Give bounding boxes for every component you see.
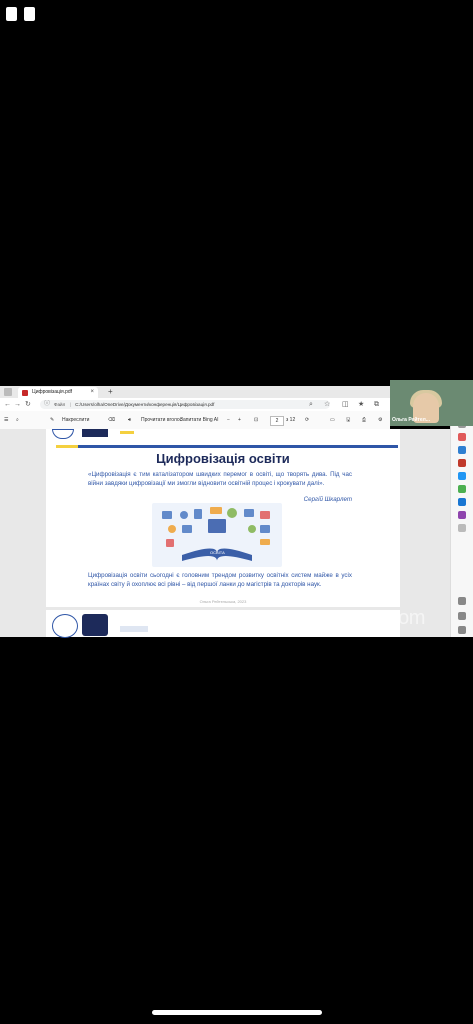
blue-accent-bar [78,445,398,448]
favorite-star-icon[interactable]: ☆ [324,400,330,409]
sidebar-teams-icon[interactable] [458,511,466,519]
rotate-icon[interactable]: ⟳ [305,411,309,429]
page-number-input[interactable]: 2 [270,416,284,426]
status-icon-left-2 [24,7,35,21]
quote-author: Сергій Шкарлет [303,496,352,503]
institute-logo-next [82,614,108,636]
back-icon[interactable]: ← [4,400,11,409]
url-field[interactable]: ⓘ Файл | C:/Users/olha/OneDrive/Документ… [40,400,330,409]
draw-icon[interactable]: ✎ [50,411,54,429]
workspaces-icon[interactable] [4,388,12,396]
university-logo-next [52,614,78,638]
forward-icon[interactable]: → [14,400,21,409]
education-illustration: ОСВІТА [152,503,282,567]
sidebar-settings-icon[interactable] [458,626,466,634]
sidebar-shopping-icon[interactable] [458,459,466,467]
sidebar-office-icon[interactable] [458,485,466,493]
slide-title: Цифровізація освіти [156,451,290,466]
sidebar-copilot-icon[interactable] [458,433,466,441]
read-aloud-button[interactable]: Прочитати вголос [141,411,182,429]
read-aloud-icon[interactable]: 🔊︎ [128,411,131,429]
settings-icon[interactable]: ⚙ [378,411,382,429]
search-icon[interactable]: ⌕ [16,411,19,429]
close-tab-icon[interactable]: × [90,387,94,398]
sidebar-add-icon[interactable] [458,524,466,532]
status-icon-left [6,7,17,21]
home-indicator[interactable] [152,1010,322,1015]
zoom-page-icon[interactable]: ⌕ [309,400,313,409]
yellow-accent-bar [56,445,78,448]
slide-footer: Ольга Рейтельська, 2023 [199,599,247,604]
page-view-icon[interactable]: ▭ [330,411,335,429]
partner-logo-next [120,626,148,632]
url-scheme-label: Файл [54,402,66,407]
participant-name: Ольга Рейтел... [392,417,430,423]
favorites-icon[interactable]: ★ [358,400,364,409]
save-icon[interactable]: 🖫 [346,411,350,429]
sidebar-expand-icon[interactable] [458,612,466,620]
slide-body-text: Цифровізація освіти сьогодні є головним … [88,572,352,588]
tab-title: Цифровізація.pdf [32,389,73,395]
info-icon: ⓘ [44,401,51,407]
institute-logo [82,429,108,437]
sidebar-hide-icon[interactable] [458,597,466,605]
url-path: C:/Users/olha/OneDrive/Документи/конфере… [75,402,215,407]
erase-icon[interactable]: ⌫ [108,411,115,429]
print-icon[interactable]: ⎙ [362,411,366,429]
split-screen-icon[interactable]: ◫ [342,400,349,409]
partner-logo [120,431,134,434]
illustration-label: ОСВІТА [210,550,225,555]
zoom-watermark: zoom [378,607,425,629]
pdf-toolbar: ☰ ⌕ ✎ Накреслити ⌫ 🔊︎ Прочитати вголос З… [0,411,390,430]
collections-icon[interactable]: ⧉ [374,400,379,409]
sidebar-games-icon[interactable] [458,472,466,480]
sidebar-outlook-icon[interactable] [458,498,466,506]
slide-quote: «Цифровізація є тим каталізатором швидки… [88,471,352,487]
ask-bing-button[interactable]: Запитати Bing AI [180,411,219,429]
zoom-in-icon[interactable]: + [238,411,241,429]
contents-icon[interactable]: ☰ [4,411,8,429]
sidebar-tools-icon[interactable] [458,446,466,454]
page-total: з 12 [286,417,296,423]
refresh-icon[interactable]: ↻ [25,400,31,409]
draw-button[interactable]: Накреслити [62,411,89,429]
browser-tab[interactable]: Цифровізація.pdf × [18,387,98,398]
zoom-out-icon[interactable]: − [227,411,230,429]
fit-page-icon[interactable]: ⊡ [254,411,258,429]
new-tab-button[interactable]: + [108,386,113,398]
pdf-icon [22,390,28,396]
